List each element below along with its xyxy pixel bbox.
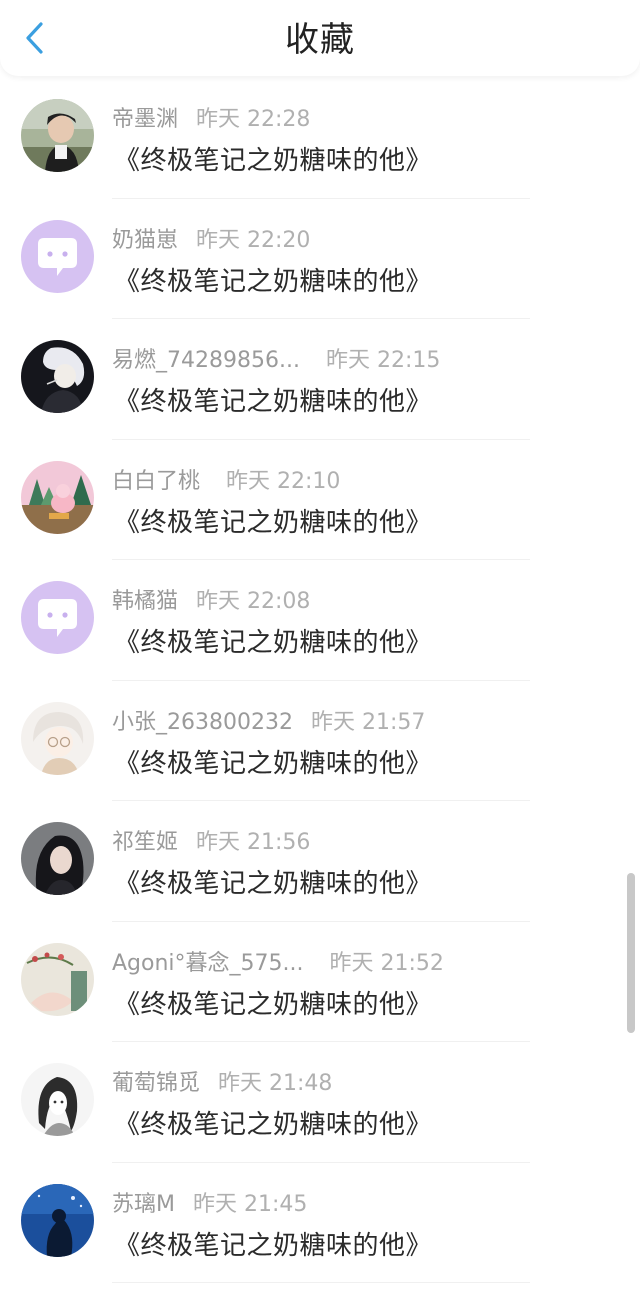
item-meta: 帝墨渊 昨天 22:28 bbox=[112, 101, 311, 132]
favorites-list: 帝墨渊 昨天 22:28 《终极笔记之奶糖味的他》 奶猫崽 昨天 22:20 《终极… bbox=[0, 78, 640, 1283]
timestamp: 昨天 22:15 bbox=[325, 348, 441, 373]
item-meta: 易燃_74289856... 昨天 22:15 bbox=[112, 342, 441, 373]
list-item[interactable]: 帝墨渊 昨天 22:28 《终极笔记之奶糖味的他》 bbox=[0, 78, 640, 199]
divider bbox=[112, 1282, 530, 1283]
username[interactable]: 苏璃M bbox=[112, 1192, 175, 1217]
book-title[interactable]: 《终极笔记之奶糖味的他》 bbox=[114, 261, 432, 298]
sketch-girl-icon bbox=[21, 1063, 94, 1136]
illustration-flowers-icon bbox=[21, 942, 94, 1016]
username[interactable]: 韩橘猫 bbox=[112, 589, 178, 614]
item-meta: 葡萄锦觅 昨天 21:48 bbox=[112, 1065, 333, 1096]
user-avatar[interactable] bbox=[21, 99, 94, 172]
username[interactable]: 奶猫崽 bbox=[112, 228, 178, 253]
item-meta: Agoni°暮念_575... 昨天 21:52 bbox=[112, 945, 444, 976]
photo-dark-hair-girl-icon bbox=[21, 822, 94, 895]
item-meta: 白白了桃 昨天 22:10 bbox=[112, 463, 341, 494]
timestamp: 昨天 22:08 bbox=[196, 589, 311, 614]
item-meta: 祁笙姬 昨天 21:56 bbox=[112, 824, 311, 855]
list-item[interactable]: 奶猫崽 昨天 22:20 《终极笔记之奶糖味的他》 bbox=[0, 199, 640, 319]
item-meta: 韩橘猫 昨天 22:08 bbox=[112, 583, 311, 614]
username[interactable]: 祁笙姬 bbox=[112, 830, 178, 855]
user-avatar[interactable] bbox=[21, 942, 94, 1016]
default-chat-bubble-icon bbox=[21, 581, 94, 654]
book-title[interactable]: 《终极笔记之奶糖味的他》 bbox=[114, 984, 432, 1021]
list-item[interactable]: 祁笙姬 昨天 21:56 《终极笔记之奶糖味的他》 bbox=[0, 801, 640, 922]
timestamp: 昨天 21:45 bbox=[192, 1191, 308, 1217]
default-chat-bubble-icon bbox=[21, 219, 94, 293]
book-title[interactable]: 《终极笔记之奶糖味的他》 bbox=[114, 743, 432, 780]
book-title[interactable]: 《终极笔记之奶糖味的他》 bbox=[114, 863, 432, 900]
list-item[interactable]: 韩橘猫 昨天 22:08 《终极笔记之奶糖味的他》 bbox=[0, 560, 640, 681]
username[interactable]: 葡萄锦觅 bbox=[112, 1071, 200, 1096]
item-meta: 苏璃M 昨天 21:45 bbox=[112, 1186, 308, 1217]
username[interactable]: 白白了桃 bbox=[112, 469, 200, 494]
photo-boy-icon bbox=[21, 99, 94, 172]
user-avatar[interactable] bbox=[21, 340, 94, 413]
timestamp: 昨天 21:56 bbox=[196, 830, 311, 855]
timestamp: 昨天 21:57 bbox=[310, 709, 426, 735]
anime-white-hair-icon bbox=[21, 340, 94, 413]
book-title[interactable]: 《终极笔记之奶糖味的他》 bbox=[114, 622, 432, 659]
username[interactable]: 帝墨渊 bbox=[112, 107, 178, 132]
username[interactable]: Agoni°暮念_575... bbox=[112, 951, 304, 976]
list-item[interactable]: 易燃_74289856... 昨天 22:15 《终极笔记之奶糖味的他》 bbox=[0, 319, 640, 440]
user-avatar[interactable] bbox=[21, 219, 94, 293]
book-title[interactable]: 《终极笔记之奶糖味的他》 bbox=[114, 502, 432, 539]
timestamp: 昨天 21:48 bbox=[218, 1071, 333, 1096]
favorites-screen: 收藏 帝墨渊 昨天 22:28 《终极笔记之奶糖味的他》 奶猫崽 昨天 22:2… bbox=[0, 0, 640, 1292]
username[interactable]: 易燃_74289856... bbox=[112, 348, 300, 373]
item-meta: 小张_263800232 昨天 21:57 bbox=[112, 704, 426, 735]
timestamp: 昨天 22:10 bbox=[226, 468, 341, 494]
scrollbar[interactable] bbox=[627, 873, 635, 1033]
user-avatar[interactable] bbox=[21, 1183, 94, 1257]
illustration-forest-icon bbox=[21, 460, 94, 534]
list-item[interactable]: 葡萄锦觅 昨天 21:48 《终极笔记之奶糖味的他》 bbox=[0, 1042, 640, 1163]
list-item[interactable]: 小张_263800232 昨天 21:57 《终极笔记之奶糖味的他》 bbox=[0, 681, 640, 801]
timestamp: 昨天 21:52 bbox=[329, 950, 444, 976]
user-avatar[interactable] bbox=[21, 1063, 94, 1136]
book-title[interactable]: 《终极笔记之奶糖味的他》 bbox=[114, 140, 432, 177]
user-avatar[interactable] bbox=[21, 581, 94, 654]
night-sky-silhouette-icon bbox=[21, 1183, 94, 1257]
username[interactable]: 小张_263800232 bbox=[112, 710, 293, 735]
book-title[interactable]: 《终极笔记之奶糖味的他》 bbox=[114, 381, 432, 418]
list-item[interactable]: 苏璃M 昨天 21:45 《终极笔记之奶糖味的他》 bbox=[0, 1163, 640, 1283]
book-title[interactable]: 《终极笔记之奶糖味的他》 bbox=[114, 1104, 432, 1141]
list-item[interactable]: 白白了桃 昨天 22:10 《终极笔记之奶糖味的他》 bbox=[0, 440, 640, 560]
anime-glasses-girl-icon bbox=[21, 701, 94, 775]
timestamp: 昨天 22:28 bbox=[196, 107, 311, 132]
item-meta: 奶猫崽 昨天 22:20 bbox=[112, 222, 311, 253]
book-title[interactable]: 《终极笔记之奶糖味的他》 bbox=[114, 1225, 432, 1262]
list-item[interactable]: Agoni°暮念_575... 昨天 21:52 《终极笔记之奶糖味的他》 bbox=[0, 922, 640, 1042]
user-avatar[interactable] bbox=[21, 822, 94, 895]
user-avatar[interactable] bbox=[21, 701, 94, 775]
page-title: 收藏 bbox=[285, 20, 355, 60]
user-avatar[interactable] bbox=[21, 460, 94, 534]
timestamp: 昨天 22:20 bbox=[196, 227, 311, 253]
top-bar: 收藏 bbox=[0, 0, 640, 76]
